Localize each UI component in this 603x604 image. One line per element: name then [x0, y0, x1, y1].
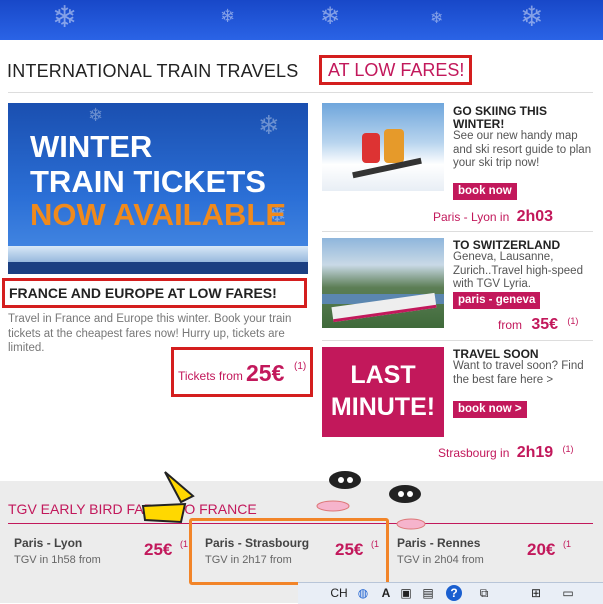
route-price: 35€: [531, 316, 559, 333]
tickets-from-highlight[interactable]: Tickets from 25€ (1): [171, 347, 313, 397]
header-banner: ❄ ❄ ❄ ❄ ❄: [0, 0, 603, 40]
route-label: from: [498, 318, 522, 332]
snowflake-icon: ❄: [52, 0, 78, 35]
snowflake-icon: ❄: [520, 0, 544, 33]
fare-route: Paris - Rennes: [397, 536, 481, 550]
promo-swiss-title: TO SWITZERLAND: [453, 238, 561, 252]
rail-track: [8, 262, 308, 274]
language-indicator[interactable]: CH: [328, 585, 350, 601]
fare-paris-lyon[interactable]: Paris - Lyon TGV in 1h58 from 25€ (1: [8, 528, 188, 583]
eye-doodle-icon: [389, 485, 421, 503]
promo-ski-title: GO SKIING THIS: [453, 104, 548, 118]
fare-price: 25€: [144, 540, 173, 559]
last-minute-tile[interactable]: LAST MINUTE!: [322, 347, 444, 437]
route-footnote: (1): [567, 316, 579, 326]
fare-duration: TGV in 1h58 from: [14, 554, 101, 566]
snowflake-icon: ❄: [430, 8, 444, 27]
blush-doodle-icon: [396, 518, 426, 530]
winter-tickets-banner[interactable]: ❄ ❄ ❄ WINTER TRAIN TICKETS NOW AVAILABLE: [8, 103, 308, 274]
ski-photo[interactable]: [322, 103, 444, 191]
fare-price: 20€: [527, 540, 556, 559]
tickets-label: Tickets from: [178, 369, 243, 383]
snowflake-icon: ❄: [320, 2, 341, 30]
window-icon[interactable]: ▣: [398, 585, 414, 601]
route-label: Paris - Lyon in: [433, 210, 510, 224]
book-now-button[interactable]: book now: [453, 183, 517, 200]
eye-doodle-icon: [329, 471, 361, 489]
fare-route: Paris - Lyon: [14, 536, 83, 550]
promo-travel-title: TRAVEL SOON: [453, 347, 539, 361]
taskbar: CH ◍ A ▣ ▤ ? ⧉ ⊞ ▭: [298, 582, 603, 604]
route-footnote: (1): [562, 444, 574, 454]
blush-doodle-icon: [316, 500, 350, 512]
tickets-price: 25€: [246, 360, 285, 386]
divider: [322, 340, 593, 341]
yellow-marker-icon: [164, 471, 195, 504]
page-title: INTERNATIONAL TRAIN TRAVELS: [7, 61, 299, 81]
font-icon[interactable]: A: [378, 585, 394, 601]
list-icon[interactable]: ▤: [420, 585, 436, 601]
yellow-marker-icon: [141, 502, 187, 524]
doodle-decoration: [141, 471, 426, 530]
paris-geneva-button[interactable]: paris - geneva: [453, 292, 541, 309]
banner-line-1: WINTER: [30, 129, 153, 164]
divider: [322, 231, 593, 232]
fare-footnote: (1: [180, 539, 189, 549]
fare-paris-rennes[interactable]: Paris - Rennes TGV in 2h04 from 20€ (1: [391, 528, 571, 583]
last-minute-line-1: LAST: [350, 361, 416, 389]
fare-duration: TGV in 2h04 from: [397, 554, 484, 566]
promo-ski-text: See our new handy map and ski resort gui…: [453, 130, 592, 169]
divider: [8, 92, 593, 93]
promo-travel-text: Want to travel soon? Find the best fare …: [453, 360, 584, 386]
snowflake-icon: ❄: [258, 111, 280, 141]
title-accent-highlight: AT LOW FARES!: [319, 55, 472, 85]
promo-ski-title-2: WINTER!: [453, 117, 505, 131]
route-time: 2h19: [516, 444, 554, 461]
banner-line-3: NOW AVAILABLE: [30, 197, 287, 232]
book-now-arrow-button[interactable]: book now >: [453, 401, 527, 418]
banner-line-2: TRAIN TICKETS: [30, 164, 266, 199]
snowflake-icon: ❄: [220, 6, 236, 27]
network-icon[interactable]: ◍: [354, 585, 372, 601]
help-icon[interactable]: ?: [446, 585, 462, 601]
fare-footnote: (1: [563, 539, 572, 549]
windows-icon[interactable]: ⊞: [528, 585, 544, 601]
route-label: Strasbourg in: [438, 446, 510, 460]
tickets-footnote: (1): [294, 361, 307, 372]
last-minute-line-2: MINUTE!: [330, 393, 436, 421]
route-time: 2h03: [516, 208, 554, 225]
promo-ski-route[interactable]: Paris - Lyon in 2h03: [433, 208, 553, 226]
promo-swiss-route[interactable]: from 35€ (1): [498, 316, 578, 334]
switzerland-photo[interactable]: [322, 238, 444, 328]
train-image: [8, 246, 308, 262]
display-icon[interactable]: ▭: [560, 585, 576, 601]
restore-icon[interactable]: ⧉: [476, 585, 492, 601]
promo-swiss-text: Geneva, Lausanne, Zurich..Travel high-sp…: [453, 251, 583, 290]
promo-travel-route[interactable]: Strasbourg in 2h19 (1): [438, 444, 574, 462]
headline-highlight[interactable]: FRANCE AND EUROPE AT LOW FARES!: [2, 278, 307, 308]
snowflake-icon: ❄: [88, 105, 104, 126]
